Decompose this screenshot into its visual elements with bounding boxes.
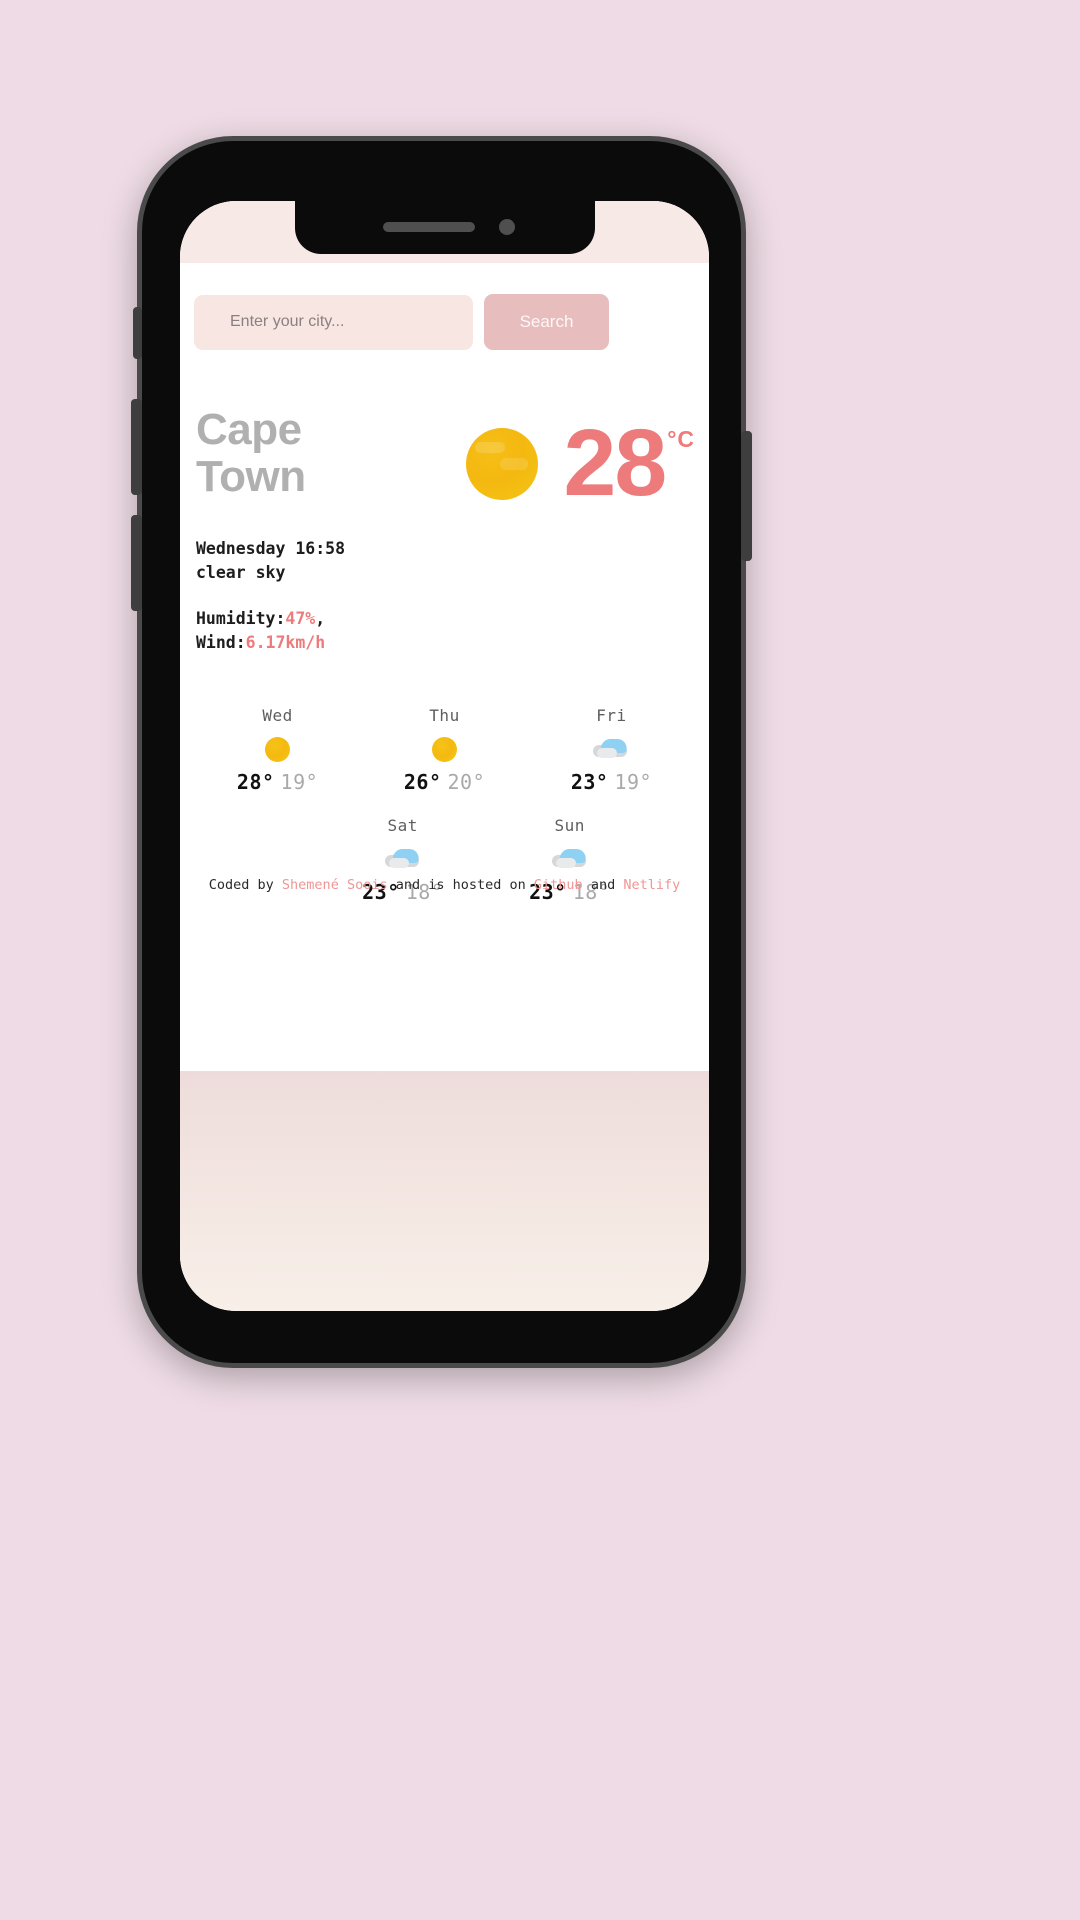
weather-details: Wednesday 16:58 clear sky Humidity:47%, …: [194, 537, 695, 654]
forecast-min: 19°: [280, 770, 319, 795]
temperature-unit[interactable]: °C: [667, 426, 695, 453]
temperature-value: 28: [563, 410, 668, 516]
github-link[interactable]: Github: [534, 877, 583, 893]
author-link[interactable]: Shemené Soois: [282, 877, 388, 893]
forecast-icon-wrap: [486, 844, 653, 874]
forecast-max: 23°: [570, 770, 609, 795]
phone-screen-area: Search Cape Town 28 °C: [180, 201, 709, 1311]
credit-footer: Coded by Shemené Soois and is hosted on …: [194, 875, 695, 895]
temperature-block: 28 °C: [563, 410, 695, 516]
forecast-temps: 23° 19°: [528, 770, 695, 794]
page-root: Search Cape Town 28 °C: [0, 0, 1080, 1920]
forecast-temps: 26° 20°: [361, 770, 528, 794]
credit-middle: and is hosted on: [387, 877, 534, 893]
datetime-description-block: Wednesday 16:58 clear sky: [196, 537, 695, 585]
search-row: Search: [194, 294, 695, 350]
forecast-day: Thu 26° 20°: [361, 706, 528, 794]
forecast-day: Fri 23° 19°: [528, 706, 695, 794]
sun-icon: [432, 736, 457, 762]
forecast-max: 28°: [236, 770, 275, 795]
app-screen: Search Cape Town 28 °C: [180, 201, 709, 1311]
search-button[interactable]: Search: [484, 294, 609, 350]
current-datetime: Wednesday 16:58: [196, 539, 346, 559]
forecast-day-name: Fri: [596, 706, 627, 726]
humidity-separator: ,: [315, 608, 326, 628]
forecast-icon-wrap: [319, 844, 486, 874]
netlify-link[interactable]: Netlify: [623, 877, 680, 893]
wind-line: Wind:6.17km/h: [196, 631, 695, 655]
power-button[interactable]: [741, 431, 752, 561]
screen-bottom-gradient: [180, 1071, 709, 1311]
forecast-icon-wrap: [361, 734, 528, 764]
wind-label: Wind:: [196, 632, 246, 652]
sun-icon: [265, 736, 291, 762]
phone-frame: Search Cape Town 28 °C: [131, 136, 752, 1368]
forecast-day-name: Wed: [262, 706, 293, 726]
humidity-line: Humidity:47%,: [196, 607, 695, 631]
volume-up-button[interactable]: [131, 399, 142, 495]
search-input[interactable]: [194, 294, 473, 350]
forecast-max: 26°: [403, 770, 442, 795]
city-name: Cape Town: [196, 405, 306, 502]
cloud-icon: [383, 848, 423, 870]
mute-switch-button[interactable]: [133, 307, 142, 359]
current-weather: Cape Town 28 °C: [194, 405, 695, 516]
humidity-label: Humidity:: [196, 608, 286, 628]
front-camera-icon: [498, 219, 515, 235]
forecast-icon-wrap: [528, 734, 695, 764]
credit-conjunction: and: [582, 877, 624, 893]
cloud-icon: [550, 848, 590, 870]
forecast-temps: 28° 19°: [194, 770, 361, 794]
forecast-day-name: Thu: [429, 706, 460, 726]
speaker-grille-icon: [382, 222, 475, 232]
forecast-day: Wed 28° 19°: [194, 706, 361, 794]
notch: [294, 201, 595, 254]
humidity-value: 47%: [285, 608, 316, 628]
cloud-icon: [591, 738, 631, 760]
current-readout: 28 °C: [465, 410, 695, 516]
humidity-wind-block: Humidity:47%, Wind:6.17km/h: [196, 607, 695, 655]
forecast-day-name: Sun: [554, 816, 585, 836]
current-description: clear sky: [196, 563, 286, 583]
credit-prefix: Coded by: [208, 877, 282, 893]
forecast-day-name: Sat: [387, 816, 418, 836]
wind-value: 6.17km/h: [245, 632, 326, 652]
forecast-icon-wrap: [194, 734, 361, 764]
weather-app: Search Cape Town 28 °C: [180, 263, 709, 1071]
forecast-min: 19°: [614, 770, 653, 795]
volume-down-button[interactable]: [131, 515, 142, 611]
sun-icon: [465, 427, 538, 500]
forecast-min: 20°: [447, 770, 486, 795]
